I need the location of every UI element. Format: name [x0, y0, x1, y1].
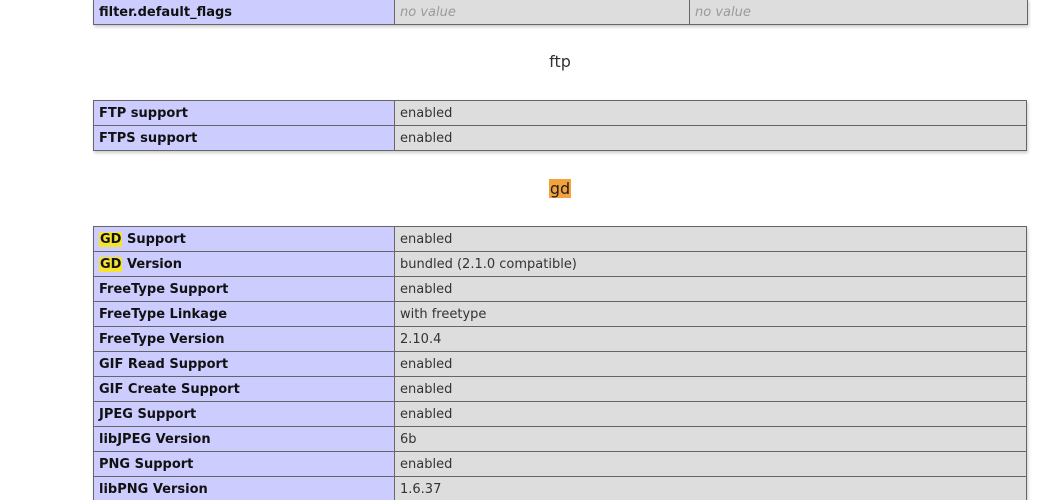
config-value: enabled — [394, 100, 1027, 126]
key-rest-text: Support — [122, 231, 186, 247]
config-key: FreeType Version — [93, 326, 395, 352]
section-heading-gd[interactable]: gd — [93, 179, 1027, 198]
search-current-match: gd — [548, 179, 572, 198]
config-value: 1.6.37 — [394, 476, 1027, 500]
config-key: libJPEG Version — [93, 426, 395, 452]
config-value: enabled — [394, 451, 1027, 477]
table-row: PNG Support enabled — [93, 451, 1027, 477]
search-match-highlight: GD — [99, 256, 123, 272]
config-key: GD Support — [93, 226, 395, 252]
config-value: 2.10.4 — [394, 326, 1027, 352]
table-row: GIF Create Support enabled — [93, 376, 1027, 402]
config-value: enabled — [394, 125, 1027, 151]
config-key: FreeType Support — [93, 276, 395, 302]
config-key: FTPS support — [93, 125, 395, 151]
table-row: FreeType Support enabled — [93, 276, 1027, 302]
no-value-text: no value — [400, 4, 456, 20]
config-value: enabled — [394, 351, 1027, 377]
config-key: libPNG Version — [93, 476, 395, 500]
search-match-highlight: GD — [99, 231, 123, 247]
config-value: bundled (2.1.0 compatible) — [394, 251, 1027, 277]
master-value: no value — [689, 0, 1028, 25]
config-key: PNG Support — [93, 451, 395, 477]
table-row: filter.default_flags no value no value — [93, 0, 1028, 25]
config-key: FTP support — [93, 100, 395, 126]
gd-info-table: GD Support enabled GD Version bundled (2… — [93, 226, 1027, 500]
config-key: filter.default_flags — [93, 0, 395, 25]
table-row: FreeType Linkage with freetype — [93, 301, 1027, 327]
config-value: enabled — [394, 276, 1027, 302]
local-value: no value — [394, 0, 690, 25]
filter-config-table: filter.default_flags no value no value — [93, 0, 1028, 25]
table-row: FTPS support enabled — [93, 125, 1027, 151]
table-row: FTP support enabled — [93, 100, 1027, 126]
section-title-text: ftp — [549, 52, 571, 71]
config-key: FreeType Linkage — [93, 301, 395, 327]
table-row: JPEG Support enabled — [93, 401, 1027, 427]
table-row: GIF Read Support enabled — [93, 351, 1027, 377]
ftp-info-table: FTP support enabled FTPS support enabled — [93, 100, 1027, 151]
config-value: enabled — [394, 376, 1027, 402]
key-rest-text: Version — [122, 256, 182, 272]
section-heading-ftp[interactable]: ftp — [93, 52, 1027, 71]
config-value: 6b — [394, 426, 1027, 452]
table-row: GD Version bundled (2.1.0 compatible) — [93, 251, 1027, 277]
config-value: enabled — [394, 401, 1027, 427]
config-key: GIF Read Support — [93, 351, 395, 377]
no-value-text: no value — [695, 4, 751, 20]
table-row: FreeType Version 2.10.4 — [93, 326, 1027, 352]
table-row: libPNG Version 1.6.37 — [93, 476, 1027, 500]
phpinfo-page: filter.default_flags no value no value f… — [0, 0, 1044, 500]
config-key: GIF Create Support — [93, 376, 395, 402]
config-value: enabled — [394, 226, 1027, 252]
config-value: with freetype — [394, 301, 1027, 327]
table-row: libJPEG Version 6b — [93, 426, 1027, 452]
config-key: JPEG Support — [93, 401, 395, 427]
config-key: GD Version — [93, 251, 395, 277]
table-row: GD Support enabled — [93, 226, 1027, 252]
